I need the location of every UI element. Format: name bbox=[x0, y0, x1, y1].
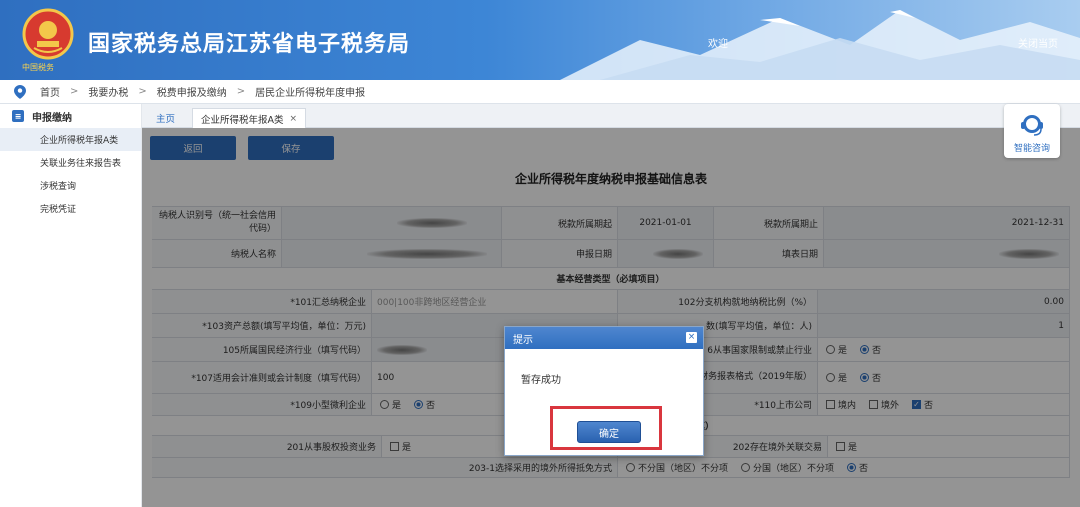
close-current-link[interactable]: 关闭当页 bbox=[1018, 35, 1058, 50]
breadcrumb-declare[interactable]: 税费申报及缴纳 bbox=[157, 84, 227, 99]
breadcrumb: 首页 > 我要办税 > 税费申报及缴纳 > 居民企业所得税年度申报 bbox=[0, 80, 1080, 104]
sidebar-item-tax-certificate[interactable]: 完税凭证 bbox=[0, 197, 141, 220]
breadcrumb-separator: > bbox=[236, 86, 246, 97]
tab-label: 企业所得税年报A类 bbox=[201, 114, 284, 126]
sidebar-item-tax-query[interactable]: 涉税查询 bbox=[0, 174, 141, 197]
emblem-caption: 中国税务 bbox=[22, 63, 54, 72]
breadcrumb-separator: > bbox=[70, 86, 79, 97]
dialog-ok-button[interactable]: 确定 bbox=[577, 421, 641, 443]
tab-home-label: 主页 bbox=[156, 114, 176, 125]
welcome-text: 欢迎 bbox=[708, 39, 728, 50]
sidebar-item-related-transactions[interactable]: 关联业务往来报告表 bbox=[0, 151, 141, 174]
smart-consult-label: 智能咨询 bbox=[1013, 144, 1050, 154]
sidebar-section-label: 申报缴纳 bbox=[32, 112, 72, 124]
menu-list-icon: ≡ bbox=[12, 110, 24, 122]
dialog-close-icon[interactable]: × bbox=[686, 332, 697, 343]
site-title: 国家税务总局江苏省电子税务局 bbox=[88, 32, 411, 57]
dialog-header: 提示 × bbox=[505, 327, 703, 349]
breadcrumb-separator: > bbox=[138, 86, 147, 97]
tab-annual-report-a[interactable]: 企业所得税年报A类 × bbox=[192, 108, 307, 128]
site-header: 中国税务 国家税务总局江苏省电子税务局 欢迎 关闭当页 bbox=[0, 0, 1080, 80]
breadcrumb-current: 居民企业所得税年度申报 bbox=[255, 88, 366, 99]
sidebar-item-annual-report[interactable]: 企业所得税年报A类 bbox=[0, 128, 141, 151]
location-pin-icon bbox=[14, 84, 26, 99]
tab-bar: 主页 企业所得税年报A类 × bbox=[142, 104, 1080, 128]
breadcrumb-home[interactable]: 首页 bbox=[40, 84, 60, 99]
customer-service-icon bbox=[1021, 115, 1043, 136]
tab-home[interactable]: 主页 bbox=[148, 108, 183, 128]
tax-emblem-icon bbox=[22, 8, 74, 60]
breadcrumb-tax[interactable]: 我要办税 bbox=[88, 84, 128, 99]
smart-consult-button[interactable]: 智能咨询 bbox=[1004, 104, 1060, 158]
dialog-message: 暂存成功 bbox=[521, 375, 561, 386]
sidebar-section-header[interactable]: ≡ 申报缴纳 bbox=[0, 104, 141, 128]
tab-close-icon[interactable]: × bbox=[290, 114, 298, 124]
sidebar: ≡ 申报缴纳 企业所得税年报A类 关联业务往来报告表 涉税查询 完税凭证 bbox=[0, 104, 142, 507]
dialog-title: 提示 bbox=[513, 334, 533, 346]
